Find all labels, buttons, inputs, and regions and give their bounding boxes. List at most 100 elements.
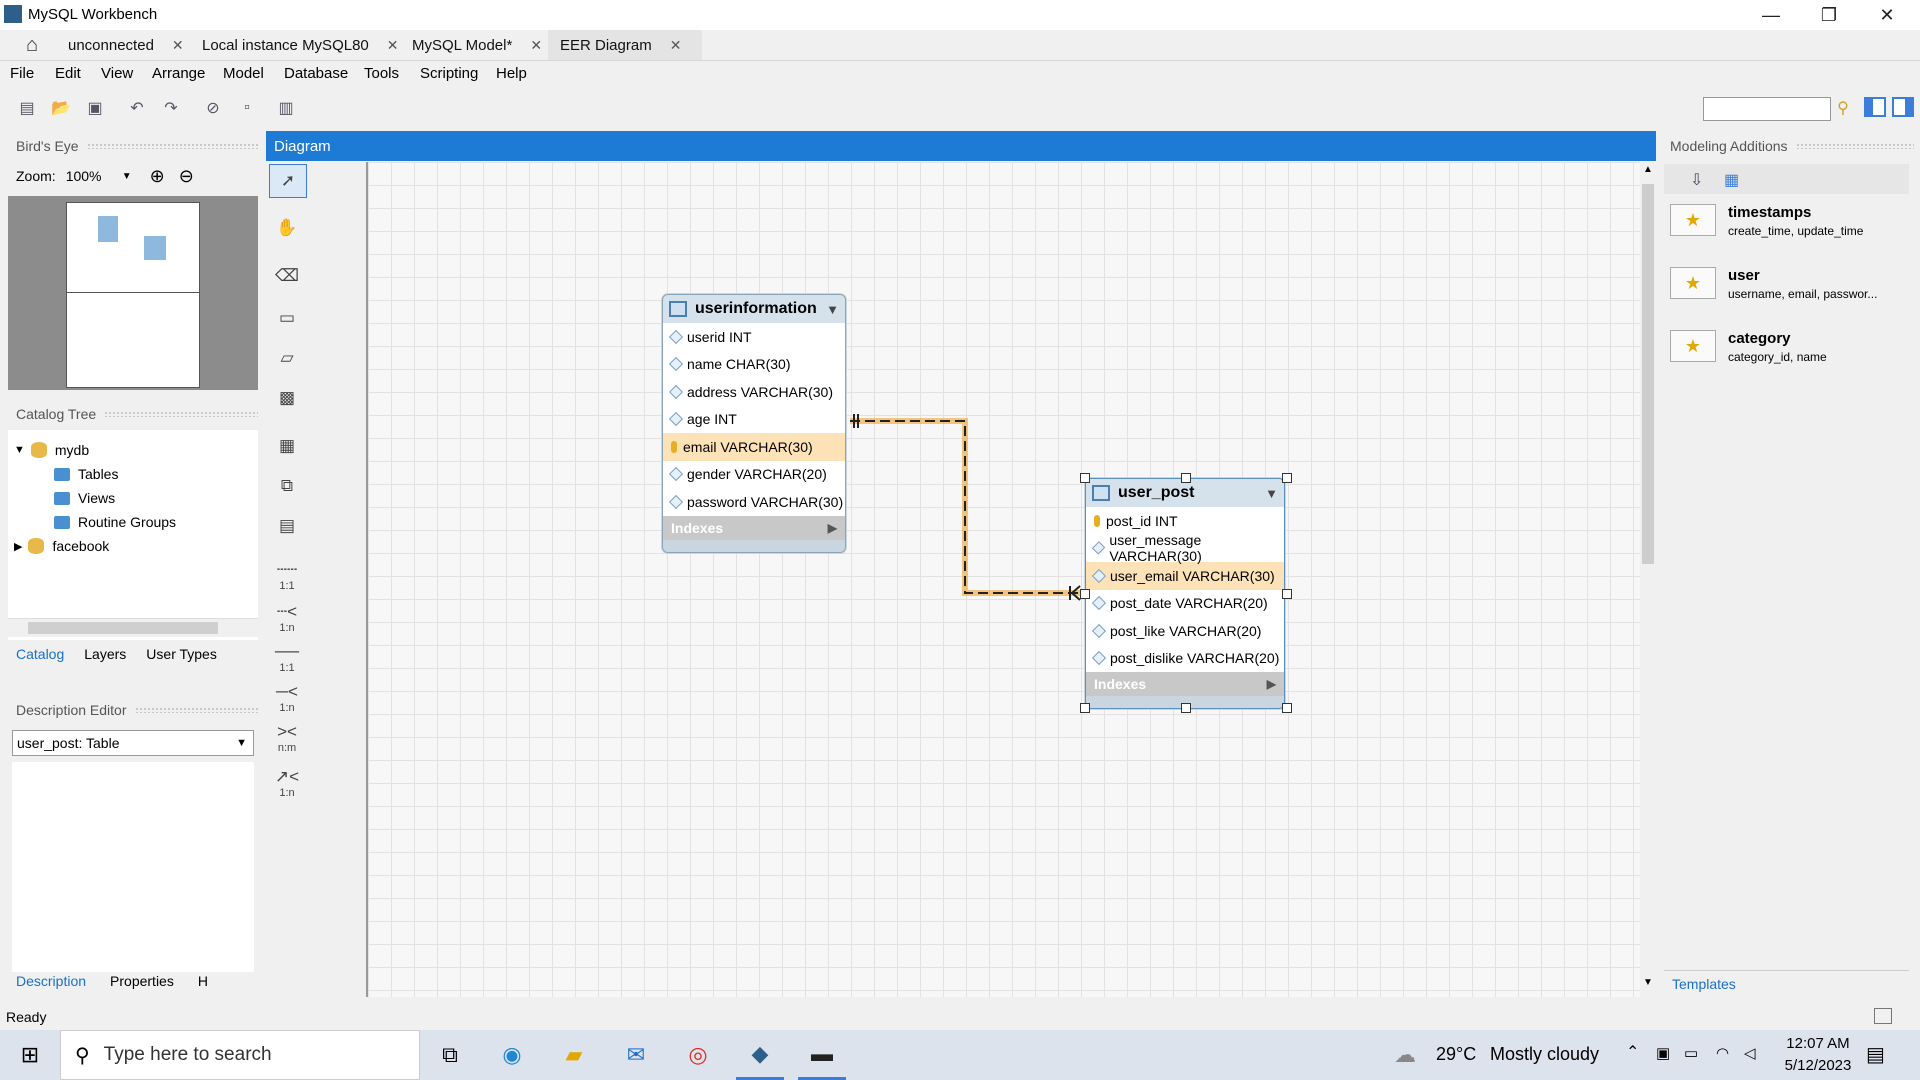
horizontal-scrollbar[interactable] <box>8 618 258 637</box>
clock-time[interactable]: 12:07 AM <box>1780 1035 1856 1052</box>
output-toggle-icon[interactable] <box>1874 1008 1892 1024</box>
tree-node-facebook[interactable]: ▶ facebook <box>14 538 109 554</box>
hand-tool-icon[interactable]: ✋ <box>269 212 305 244</box>
tab-catalog[interactable]: Catalog <box>16 646 64 662</box>
tab-mysql-model[interactable]: MySQL Model* ✕ <box>400 30 554 60</box>
resize-handle[interactable] <box>1181 703 1191 713</box>
home-icon[interactable]: ⌂ <box>14 30 50 60</box>
tray-chevron-icon[interactable]: ⌃ <box>1626 1042 1639 1062</box>
tab-local-instance[interactable]: Local instance MySQL80 ✕ <box>190 30 411 60</box>
diagram-canvas[interactable]: userinformation ▼ userid INT name CHAR(30… <box>366 162 1642 997</box>
restore-button[interactable]: ❐ <box>1800 0 1858 30</box>
routine-tool-icon[interactable]: ▤ <box>269 510 305 542</box>
volume-icon[interactable]: ◁ <box>1744 1044 1756 1062</box>
relationship-existing-tool[interactable]: ↗< 1:n <box>269 767 305 799</box>
menu-file[interactable]: File <box>10 65 34 82</box>
expand-icon[interactable]: ▶ <box>1267 677 1276 691</box>
column-row[interactable]: user_email VARCHAR(30) <box>1086 562 1284 590</box>
expand-icon[interactable]: ▶ <box>828 521 837 535</box>
table-user_post[interactable]: user_post ▼ post_id INT user_message VARC… <box>1085 478 1285 709</box>
column-row[interactable]: email VARCHAR(30) <box>663 433 845 461</box>
collapse-icon[interactable]: ▼ <box>826 302 839 317</box>
file-explorer-icon[interactable]: ▰ <box>550 1030 598 1080</box>
terminal-taskbar-icon[interactable]: ▬ <box>798 1030 846 1080</box>
template-user[interactable]: ★ user username, email, passwor... <box>1670 267 1910 317</box>
resize-handle[interactable] <box>1282 473 1292 483</box>
relationship-n-m-tool[interactable]: >< n:m <box>269 722 305 754</box>
menu-edit[interactable]: Edit <box>55 65 81 82</box>
menu-help[interactable]: Help <box>496 65 527 82</box>
save-model-icon[interactable]: ▣ <box>84 98 106 118</box>
collapse-icon[interactable]: ▼ <box>1265 486 1278 501</box>
table-userinformation[interactable]: userinformation ▼ userid INT name CHAR(30… <box>662 294 846 553</box>
resize-handle[interactable] <box>1080 473 1090 483</box>
table-header[interactable]: user_post ▼ <box>1086 479 1284 507</box>
tab-description[interactable]: Description <box>16 973 86 989</box>
column-row[interactable]: post_dislike VARCHAR(20) <box>1086 644 1284 672</box>
notifications-icon[interactable]: ▤ <box>1866 1042 1885 1067</box>
import-template-icon[interactable]: ⇩ <box>1690 170 1703 190</box>
layer-tool-icon[interactable]: ▭ <box>269 302 305 334</box>
menu-view[interactable]: View <box>101 65 133 82</box>
redo-icon[interactable]: ↷ <box>160 98 182 118</box>
toggle-secondary-sidebar-icon[interactable] <box>1892 97 1914 117</box>
column-row[interactable]: name CHAR(30) <box>663 350 845 378</box>
taskbar-search[interactable]: ⚲ Type here to search <box>60 1030 420 1080</box>
zoom-dropdown-icon[interactable]: ▼ <box>122 171 132 182</box>
close-button[interactable]: ✕ <box>1858 0 1916 30</box>
zoom-in-icon[interactable]: ⊕ <box>150 166 165 187</box>
menu-model[interactable]: Model <box>223 65 264 82</box>
description-textarea[interactable] <box>12 762 254 972</box>
wifi-icon[interactable]: ◠ <box>1716 1044 1729 1062</box>
resize-handle[interactable] <box>1080 589 1090 599</box>
search-input[interactable] <box>1703 97 1831 121</box>
scroll-thumb[interactable] <box>28 622 218 634</box>
undo-icon[interactable]: ↶ <box>126 98 148 118</box>
close-tab-icon[interactable]: ✕ <box>387 37 399 54</box>
relationship-1-n-id-tool[interactable]: ─< 1:n <box>269 682 305 714</box>
template-category[interactable]: ★ category category_id, name <box>1670 330 1910 380</box>
resize-handle[interactable] <box>1282 703 1292 713</box>
indexes-section[interactable]: Indexes ▶ <box>1086 672 1284 696</box>
tab-properties[interactable]: Properties <box>110 973 174 989</box>
new-model-icon[interactable]: ▤ <box>16 98 38 118</box>
weather-temp[interactable]: 29°C <box>1436 1044 1476 1065</box>
tab-history[interactable]: H <box>198 973 208 989</box>
zoom-select[interactable]: 100% <box>66 168 122 184</box>
select-tool-icon[interactable]: ➚ <box>269 164 307 198</box>
close-tab-icon[interactable]: ✕ <box>670 37 682 54</box>
view-tool-icon[interactable]: ⧉ <box>269 470 305 502</box>
meet-icon[interactable]: ▣ <box>1656 1044 1670 1062</box>
column-row[interactable]: age INT <box>663 405 845 433</box>
scroll-thumb[interactable] <box>1642 184 1654 564</box>
menu-tools[interactable]: Tools <box>364 65 399 82</box>
image-tool-icon[interactable]: ▩ <box>269 382 305 414</box>
tab-layers[interactable]: Layers <box>84 646 126 662</box>
table-header[interactable]: userinformation ▼ <box>663 295 845 323</box>
column-row[interactable]: password VARCHAR(30) <box>663 488 845 516</box>
resize-handle[interactable] <box>1181 473 1191 483</box>
column-row[interactable]: post_id INT <box>1086 507 1284 535</box>
resize-handle[interactable] <box>1282 589 1292 599</box>
minimize-button[interactable]: — <box>1742 0 1800 30</box>
zoom-out-icon[interactable]: ⊖ <box>179 166 194 187</box>
tab-user-types[interactable]: User Types <box>146 646 217 662</box>
relationship-1-n-tool[interactable]: ┄< 1:n <box>269 602 305 634</box>
tab-eer-diagram[interactable]: EER Diagram ✕ <box>548 30 702 60</box>
toggle-sidebar-icon[interactable] <box>1864 97 1886 117</box>
tree-node-tables[interactable]: Tables <box>54 466 118 482</box>
export-icon[interactable]: ▥ <box>275 98 297 118</box>
tree-node-mydb[interactable]: ▼ mydb <box>14 442 89 458</box>
eraser-tool-icon[interactable]: ⌫ <box>269 260 305 292</box>
scroll-up-icon[interactable]: ▲ <box>1640 164 1656 175</box>
close-tab-icon[interactable]: ✕ <box>530 37 542 54</box>
menu-scripting[interactable]: Scripting <box>420 65 478 82</box>
column-row[interactable]: user_message VARCHAR(30) <box>1086 532 1284 564</box>
search-icon[interactable]: ⚲ <box>1832 98 1854 118</box>
mysql-workbench-taskbar-icon[interactable]: ◆ <box>736 1030 784 1080</box>
object-select[interactable]: user_post: Table ▼ <box>12 730 254 756</box>
clock-date[interactable]: 5/12/2023 <box>1776 1057 1860 1074</box>
align-grid-icon[interactable]: ▫ <box>236 98 258 118</box>
mail-icon[interactable]: ✉ <box>612 1030 660 1080</box>
resize-handle[interactable] <box>1080 703 1090 713</box>
